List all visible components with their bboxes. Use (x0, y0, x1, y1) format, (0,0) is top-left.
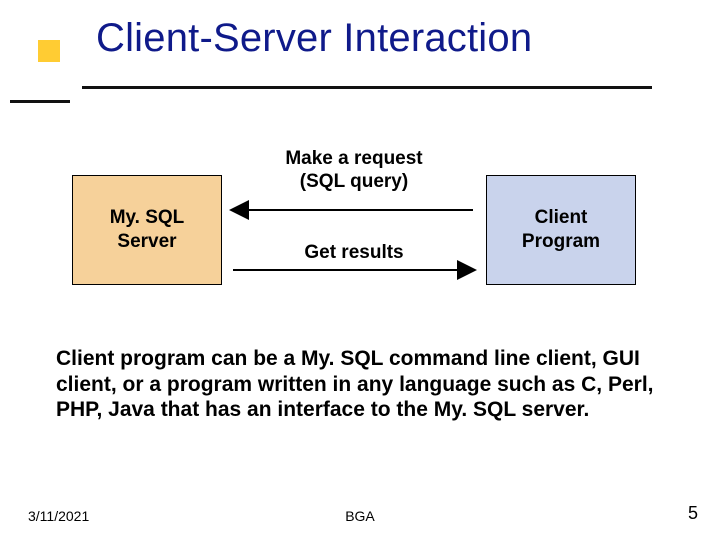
slide-title: Client-Server Interaction (96, 16, 532, 61)
footer-page-number: 5 (688, 503, 698, 524)
client-box-label: Client Program (522, 206, 600, 254)
slide: Client-Server Interaction My. SQL Server… (0, 0, 720, 540)
title-bullet-icon (38, 40, 60, 62)
footer-center: BGA (0, 508, 720, 524)
description-text: Client program can be a My. SQL command … (56, 346, 666, 423)
client-box: Client Program (486, 175, 636, 285)
diagram: My. SQL Server Client Program Make a req… (0, 150, 720, 310)
request-label: Make a request (SQL query) (224, 148, 484, 194)
server-box: My. SQL Server (72, 175, 222, 285)
server-box-label: My. SQL Server (110, 206, 185, 254)
title-underline-short (10, 100, 70, 103)
title-underline (82, 86, 652, 89)
title-area: Client-Server Interaction (0, 8, 720, 88)
arrows-icon (217, 198, 489, 284)
